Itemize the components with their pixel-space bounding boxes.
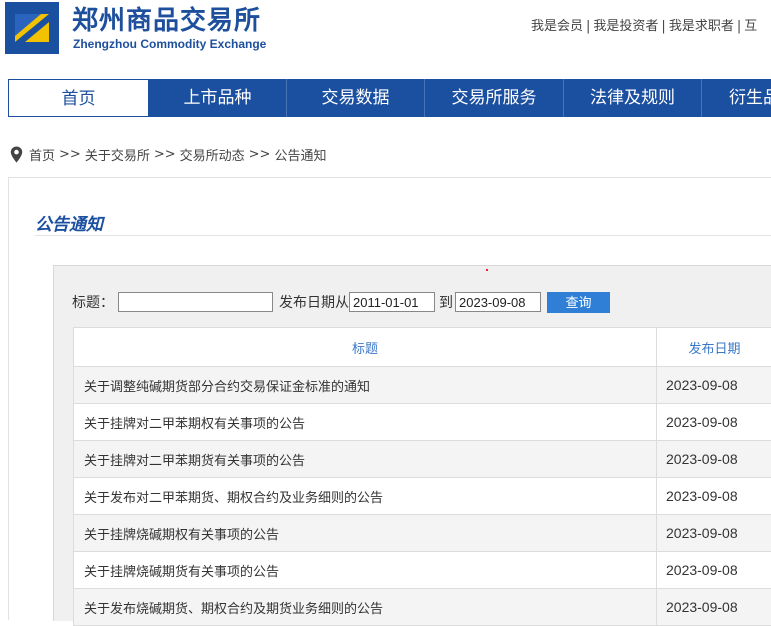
breadcrumb-separator: >>: [59, 147, 81, 162]
main-nav: 首页 上市品种 交易数据 交易所服务 法律及规则 衍生品: [8, 79, 771, 117]
breadcrumb-home[interactable]: 首页: [29, 145, 55, 164]
top-link-separator: |: [583, 19, 593, 34]
notice-title-link[interactable]: 关于发布对二甲苯期货、期权合约及业务细则的公告: [74, 478, 657, 515]
breadcrumb-current: 公告通知: [274, 145, 326, 164]
date-from-input[interactable]: [349, 292, 435, 312]
notice-title-link[interactable]: 关于挂牌烧碱期权有关事项的公告: [74, 515, 657, 552]
table-row: 关于挂牌烧碱期货有关事项的公告 2023-09-08: [74, 552, 771, 589]
date-to-input[interactable]: [455, 292, 541, 312]
zce-logo-icon[interactable]: [5, 2, 59, 54]
breadcrumb-news[interactable]: 交易所动态: [180, 145, 245, 164]
column-header-title: 标题: [74, 328, 657, 367]
breadcrumb: 首页 >> 关于交易所 >> 交易所动态 >> 公告通知: [10, 145, 326, 164]
nav-item-derivatives[interactable]: 衍生品: [702, 79, 771, 117]
top-link-interact[interactable]: 互: [744, 19, 757, 34]
search-bar: 标题： 发布日期从 到 查询: [72, 291, 610, 313]
table-header-row: 标题 发布日期: [74, 328, 771, 367]
notice-date: 2023-09-08: [657, 404, 771, 441]
top-link-member[interactable]: 我是会员: [531, 19, 583, 34]
site-header: 郑州商品交易所 Zhengzhou Commodity Exchange 我是会…: [0, 0, 771, 60]
top-link-jobseeker[interactable]: 我是求职者: [669, 19, 734, 34]
table-row: 关于挂牌对二甲苯期货有关事项的公告 2023-09-08: [74, 441, 771, 478]
notice-title-link[interactable]: 关于挂牌对二甲苯期权有关事项的公告: [74, 404, 657, 441]
table-row: 关于发布对二甲苯期货、期权合约及业务细则的公告 2023-09-08: [74, 478, 771, 515]
notice-table: 标题 发布日期 关于调整纯碱期货部分合约交易保证金标准的通知 2023-09-0…: [73, 327, 771, 626]
date-from-label: 发布日期从: [279, 292, 349, 312]
table-row: 关于挂牌对二甲苯期权有关事项的公告 2023-09-08: [74, 404, 771, 441]
query-button[interactable]: 查询: [547, 292, 610, 313]
date-to-label: 到: [439, 292, 453, 312]
nav-item-services[interactable]: 交易所服务: [425, 79, 564, 117]
notice-title-link[interactable]: 关于挂牌对二甲苯期货有关事项的公告: [74, 441, 657, 478]
top-link-separator: |: [734, 19, 744, 34]
nav-item-laws-rules[interactable]: 法律及规则: [564, 79, 702, 117]
title-label: 标题：: [72, 292, 114, 312]
notice-date: 2023-09-08: [657, 367, 771, 404]
notice-list-box: 标题： 发布日期从 到 查询 标题 发布日期 关于调整纯碱期货部分合约交易保证金…: [53, 265, 771, 621]
nav-item-home[interactable]: 首页: [8, 79, 149, 117]
top-link-investor[interactable]: 我是投资者: [593, 19, 658, 34]
notice-date: 2023-09-08: [657, 441, 771, 478]
notice-title-link[interactable]: 关于调整纯碱期货部分合约交易保证金标准的通知: [74, 367, 657, 404]
content-panel: 公告通知 标题： 发布日期从 到 查询 标题 发布日期 关于调整纯碱期货部分合约…: [8, 177, 771, 620]
title-search-input[interactable]: [118, 292, 273, 312]
table-row: 关于调整纯碱期货部分合约交易保证金标准的通知 2023-09-08: [74, 367, 771, 404]
top-links: 我是会员|我是投资者|我是求职者|互: [531, 15, 757, 34]
notice-date: 2023-09-08: [657, 478, 771, 515]
notice-date: 2023-09-08: [657, 552, 771, 589]
site-subtitle: Zhengzhou Commodity Exchange: [73, 37, 266, 51]
notice-date: 2023-09-08: [657, 515, 771, 552]
column-header-date: 发布日期: [657, 328, 771, 367]
location-pin-icon: [10, 146, 23, 163]
table-row: 关于挂牌烧碱期权有关事项的公告 2023-09-08: [74, 515, 771, 552]
site-title[interactable]: 郑州商品交易所: [72, 0, 261, 37]
notice-title-link[interactable]: 关于挂牌烧碱期货有关事项的公告: [74, 552, 657, 589]
breadcrumb-separator: >>: [154, 147, 176, 162]
breadcrumb-separator: >>: [249, 147, 271, 162]
nav-item-trading-data[interactable]: 交易数据: [287, 79, 425, 117]
breadcrumb-about[interactable]: 关于交易所: [85, 145, 150, 164]
red-dot: [486, 269, 488, 271]
top-link-separator: |: [658, 19, 668, 34]
page-title: 公告通知: [35, 210, 103, 235]
title-divider: [35, 235, 771, 236]
nav-item-products[interactable]: 上市品种: [149, 79, 287, 117]
